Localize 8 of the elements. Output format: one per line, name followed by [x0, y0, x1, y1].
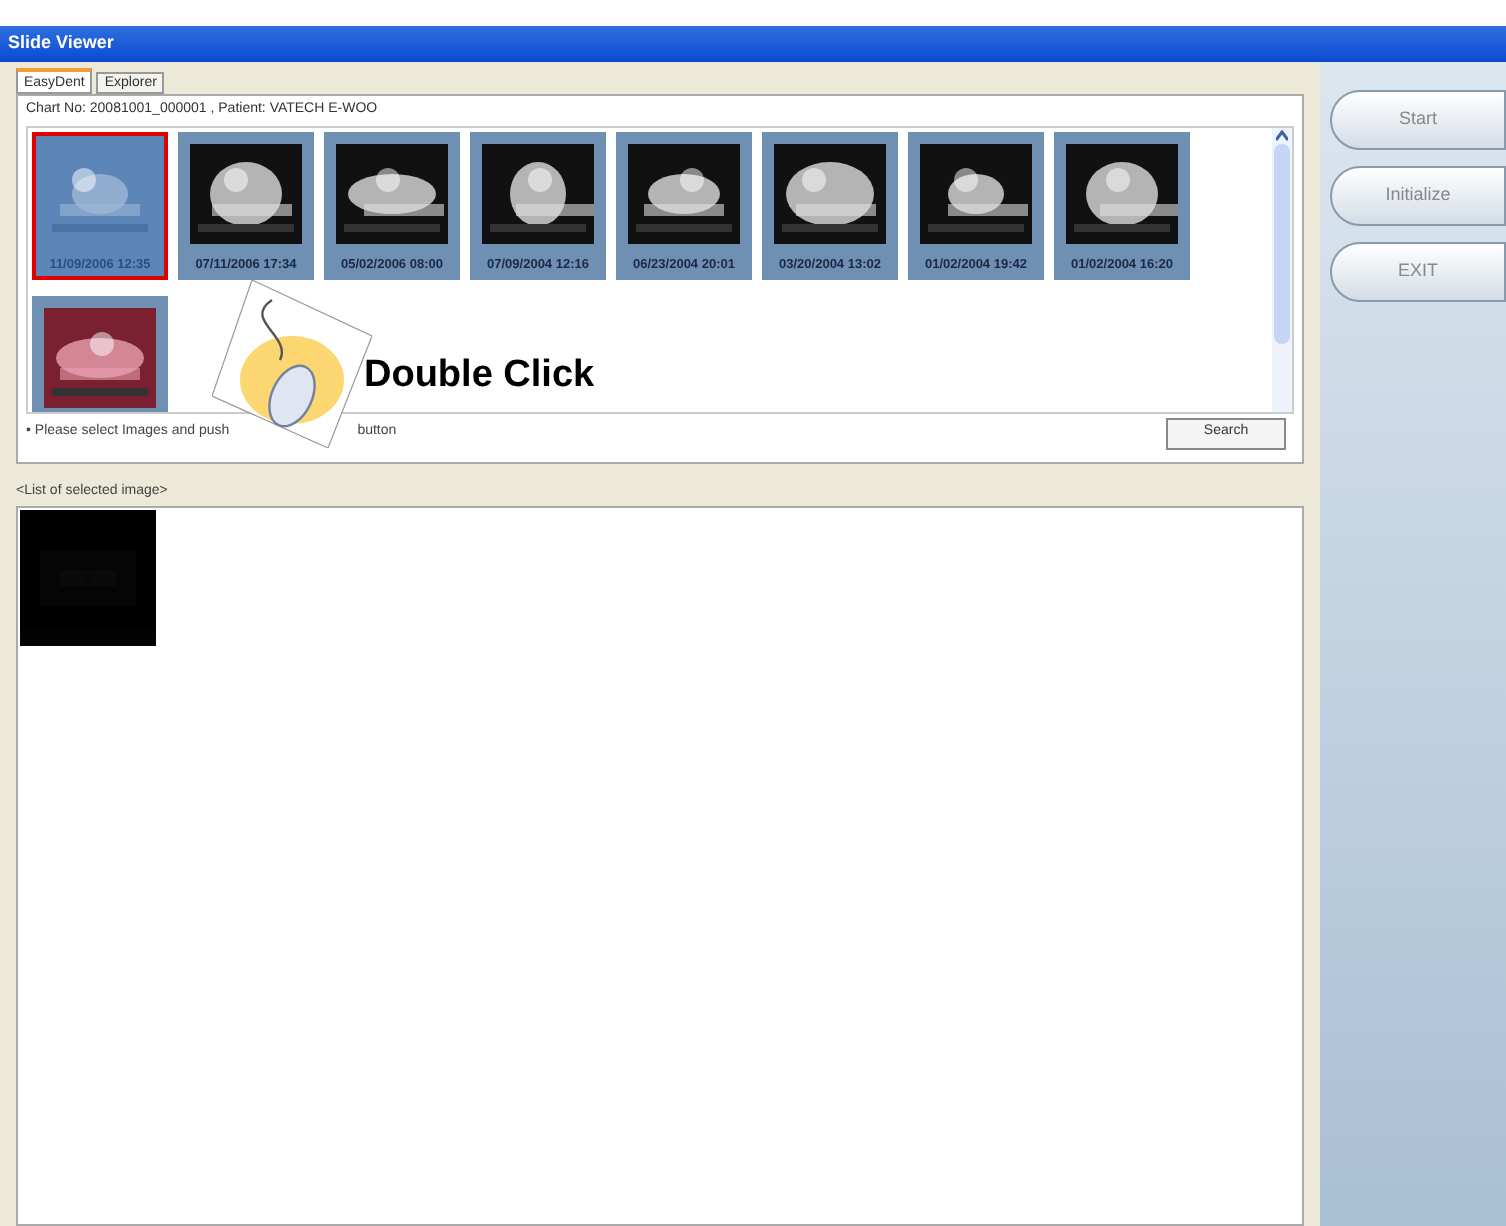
window-title: Slide Viewer [8, 30, 114, 57]
side-button[interactable]: Initialize [1330, 166, 1506, 226]
double-click-label: Double Click [364, 351, 595, 400]
scrollbar[interactable] [1272, 127, 1292, 411]
scroll-up-icon[interactable] [1276, 129, 1288, 141]
side-button[interactable]: Start [1330, 90, 1506, 150]
thumbnail[interactable] [32, 295, 168, 411]
side-button[interactable]: EXIT [1330, 242, 1506, 302]
